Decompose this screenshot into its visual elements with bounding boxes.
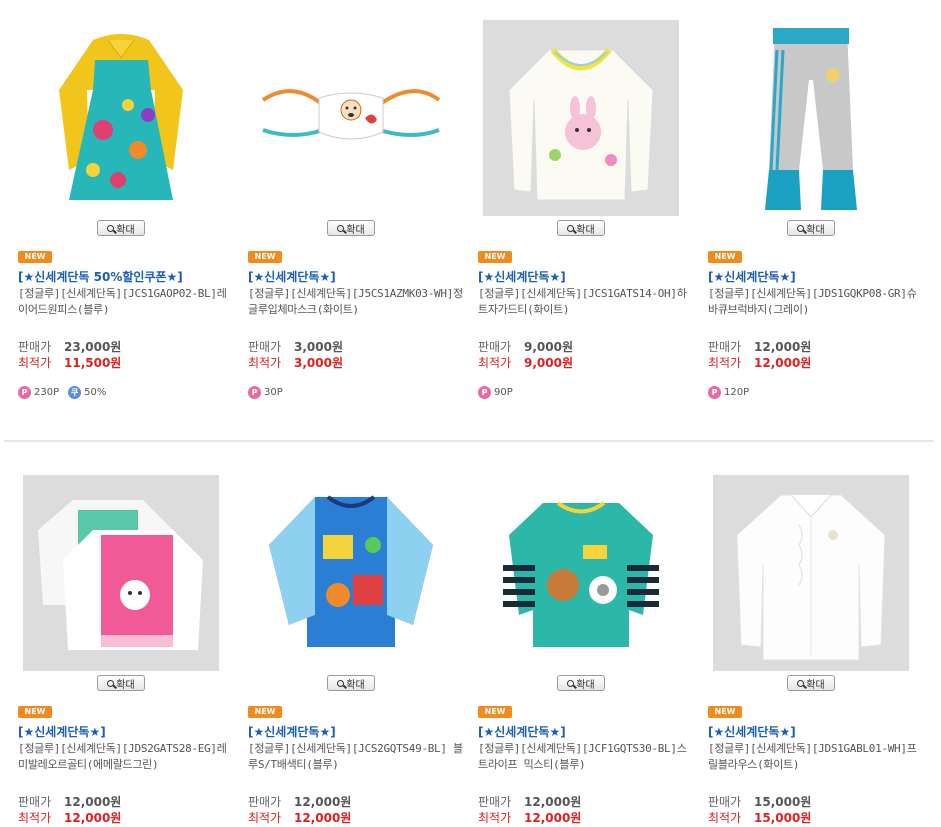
new-badge: NEW	[18, 251, 52, 263]
sale-price: 판매가 15,000원	[708, 795, 812, 809]
magnifier-icon	[797, 224, 805, 232]
point-info: P 230P 쿠 50%	[18, 386, 106, 399]
new-badge: NEW	[248, 251, 282, 263]
promo-title[interactable]: [★신세계단독★]	[708, 268, 796, 285]
product-image-pants[interactable]	[713, 20, 909, 216]
magnifier-icon	[567, 224, 575, 232]
best-price: 최적가 12,000원	[708, 356, 812, 370]
magnifier-icon	[107, 224, 115, 232]
zoom-button[interactable]: 확대	[327, 220, 375, 236]
promo-title[interactable]: [★신세계단독 50%할인쿠폰★]	[18, 268, 183, 285]
promo-title[interactable]: [★신세계단독★]	[708, 723, 796, 740]
product-name[interactable]: [정글루][신세계단독][JDS1GQKP08-GR]슈바큐브럭바지(그레이)	[708, 286, 923, 318]
sale-price: 판매가 3,000원	[248, 340, 343, 354]
zoom-button[interactable]: 확대	[557, 220, 605, 236]
zoom-button[interactable]: 확대	[327, 675, 375, 691]
row-divider	[4, 440, 934, 442]
magnifier-icon	[107, 679, 115, 687]
product-name[interactable]: [정글루][신세계단독][J5CS1AZMK03-WH]정글루입체마스크(화이트…	[248, 286, 463, 318]
promo-title[interactable]: [★신세계단독★]	[248, 723, 336, 740]
point-icon: P	[478, 386, 491, 399]
best-price: 최적가 12,000원	[478, 811, 582, 825]
new-badge: NEW	[478, 251, 512, 263]
sale-price: 판매가 23,000원	[18, 340, 122, 354]
product-image-blouse[interactable]	[713, 475, 909, 671]
magnifier-icon	[567, 679, 575, 687]
best-price: 최적가 12,000원	[248, 811, 352, 825]
product-name[interactable]: [정글루][신세계단독][JCS1GAOP02-BL]레이어드원피스(블루)	[18, 286, 233, 318]
best-price: 최적가 12,000원	[18, 811, 122, 825]
sale-price: 판매가 9,000원	[478, 340, 573, 354]
new-badge: NEW	[248, 706, 282, 718]
promo-title[interactable]: [★신세계단독★]	[478, 723, 566, 740]
best-price: 최적가 11,500원	[18, 356, 122, 370]
point-icon: P	[708, 386, 721, 399]
product-image-dress[interactable]	[23, 20, 219, 216]
best-price: 최적가 15,000원	[708, 811, 812, 825]
point-icon: P	[18, 386, 31, 399]
zoom-button[interactable]: 확대	[787, 220, 835, 236]
zoom-button[interactable]: 확대	[97, 675, 145, 691]
sale-price: 판매가 12,000원	[18, 795, 122, 809]
magnifier-icon	[337, 224, 345, 232]
zoom-button[interactable]: 확대	[557, 675, 605, 691]
promo-title[interactable]: [★신세계단독★]	[248, 268, 336, 285]
point-icon: P	[248, 386, 261, 399]
product-name[interactable]: [정글루][신세계단독][JDS2GATS28-EG]레미발레오르골티(에메랄드…	[18, 741, 233, 773]
product-image-mask[interactable]	[253, 20, 449, 216]
sale-price: 판매가 12,000원	[478, 795, 582, 809]
promo-title[interactable]: [★신세계단독★]	[18, 723, 106, 740]
best-price: 최적가 3,000원	[248, 356, 343, 370]
sale-price: 판매가 12,000원	[708, 340, 812, 354]
new-badge: NEW	[478, 706, 512, 718]
product-name[interactable]: [정글루][신세계단독][JCF1GQTS30-BL]스트라이프 믹스티(블루)	[478, 741, 693, 773]
point-info: P 90P	[478, 386, 513, 399]
product-image-blue-tee[interactable]	[253, 475, 449, 671]
point-info: P 30P	[248, 386, 283, 399]
product-image-striped-tee[interactable]	[483, 475, 679, 671]
new-badge: NEW	[708, 706, 742, 718]
product-image-tee[interactable]	[483, 20, 679, 216]
magnifier-icon	[337, 679, 345, 687]
promo-title[interactable]: [★신세계단독★]	[478, 268, 566, 285]
product-image-layered-tees[interactable]	[23, 475, 219, 671]
coupon-icon: 쿠	[68, 386, 82, 399]
zoom-button[interactable]: 확대	[787, 675, 835, 691]
best-price: 최적가 9,000원	[478, 356, 573, 370]
new-badge: NEW	[18, 706, 52, 718]
new-badge: NEW	[708, 251, 742, 263]
product-name[interactable]: [정글루][신세계단독][JCS2GQTS49-BL] 블루S/T배색티(블루)	[248, 741, 463, 773]
zoom-button[interactable]: 확대	[97, 220, 145, 236]
sale-price: 판매가 12,000원	[248, 795, 352, 809]
product-name[interactable]: [정글루][신세계단독][JDS1GABL01-WH]프릴블라우스(화이트)	[708, 741, 923, 773]
magnifier-icon	[797, 679, 805, 687]
point-info: P 120P	[708, 386, 749, 399]
product-name[interactable]: [정글루][신세계단독][JCS1GATS14-OH]하트자가드티(화이트)	[478, 286, 693, 318]
